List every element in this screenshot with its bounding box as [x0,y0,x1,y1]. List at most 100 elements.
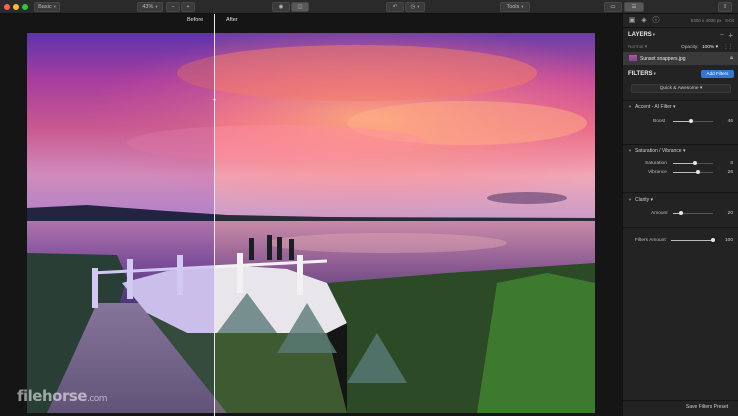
info-icon[interactable]: ⓘ [652,17,660,25]
layer-name: Sunset snappers.jpg [640,56,686,62]
right-panel: ▣ ◈ ⓘ 5300 x 4000 px 8-bit LAYERS▾ − + N… [622,14,738,416]
compare-split-button[interactable]: ◫ [291,2,309,12]
export-button[interactable]: ⇪ [718,2,732,12]
image-dimensions: 5300 x 4000 px 8-bit [691,18,734,23]
watermark-suffix: .com [86,394,108,404]
before-overlay [27,33,215,413]
layers-header[interactable]: LAYERS▾ [628,32,655,38]
slider-knob[interactable] [689,119,694,123]
vibrance-slider[interactable] [673,170,713,174]
slider-knob[interactable] [679,211,683,215]
zoom-window-button[interactable] [22,4,28,10]
amount-label: Amount [651,211,668,216]
vibrance-value: 26 [727,170,733,175]
amount-slider[interactable] [673,211,713,215]
slider-knob[interactable] [696,170,701,174]
chevron-down-icon: ▾ [521,4,524,9]
history-icon: ◷ [410,4,416,10]
saturation-value: 8 [730,161,733,166]
panels-icon: ▭ [610,4,616,10]
image-canvas: Before After filehorse.com [0,14,622,416]
panel-toolbar: ▣ ◈ ⓘ 5300 x 4000 px 8-bit [623,14,738,28]
triangle-down-icon: ▼ [628,104,632,109]
saturation-label: Saturation [645,161,667,166]
filter-saturation-vibrance: ▼ Saturation / Vibrance ▾ Saturation 8 Vi… [623,144,738,194]
filter-accent: ▼ Accent - AI Filter ▾ Boost 46 [623,100,738,144]
layer-options-icon[interactable]: ⋮⋮ [723,45,733,50]
photo-preview[interactable] [27,33,595,413]
remove-layer-icon[interactable]: − [720,32,724,39]
amount-value: 20 [727,211,733,216]
compare-divider[interactable] [214,14,215,416]
filter-title-accent[interactable]: ▼ Accent - AI Filter ▾ [628,104,676,110]
boost-value: 46 [727,119,733,124]
chevron-down-icon: ▾ [653,71,656,76]
lock-icon[interactable]: 🔒︎ [730,55,733,62]
eye-icon: ◉ [278,4,284,10]
watermark: filehorse.com [17,387,108,405]
filter-title-clarity[interactable]: ▼ Clarity ▾ [628,197,653,203]
zoom-out-label: − [171,4,175,10]
triangle-down-icon: ▼ [628,148,632,153]
share-icon: ⇪ [722,4,728,10]
mode-select-label: Basic [38,4,52,10]
sliders-icon: ☰ [631,4,637,10]
tools-select-label: Tools [506,4,520,10]
tools-select[interactable]: Tools ▾ [500,2,530,12]
zoom-select[interactable]: 43% ▾ [137,2,163,12]
layers-icon[interactable]: ◈ [640,17,648,25]
filters-amount-row: Filters Amount 100 [623,227,738,247]
filters-amount-value: 100 [724,238,733,243]
slider-fill [671,240,713,241]
filters-amount-slider[interactable] [671,238,715,242]
after-label: After [226,17,238,23]
minimize-window-button[interactable] [13,4,19,10]
mode-select[interactable]: Basic ▾ [34,2,60,12]
chevron-down-icon: ▾ [652,32,656,37]
preview-toggle-button[interactable]: ◉ [272,2,290,12]
zoom-out-button[interactable]: − [166,2,180,12]
preset-select[interactable]: Quick & Awesome ▾ [631,84,731,93]
zoom-select-label: 43% [142,4,154,10]
opacity-label: Opacity: [681,45,699,50]
zoom-in-label: + [186,4,190,10]
chevron-down-icon: ▾ [155,4,158,9]
add-layer-icon[interactable]: + [728,31,733,40]
history-button[interactable]: ◷ ▾ [405,2,425,12]
chevron-down-icon: ▾ [53,4,56,9]
layer-item[interactable]: Sunset snappers.jpg 🔒︎ [623,52,738,65]
image-icon[interactable]: ▣ [628,17,636,25]
undo-button[interactable]: ↶ [386,2,404,12]
bit-depth: 8-bit [725,18,734,23]
preset-label: Quick & Awesome [659,86,699,91]
split-compare-icon: ◫ [297,4,303,10]
undo-icon: ↶ [392,4,398,10]
filter-clarity-title: Clarity [634,197,650,203]
slider-knob[interactable] [692,161,697,165]
chevron-down-icon: ▾ [417,4,420,9]
side-by-side-button[interactable]: ▭ [604,2,622,12]
close-window-button[interactable] [4,4,10,10]
before-label: Before [187,17,204,23]
opacity-number: 100% [702,45,715,50]
save-filters-preset-button[interactable]: Save Filters Preset [679,402,735,412]
panel-divider [623,400,738,401]
blend-mode-select[interactable]: Normal ▾ [628,45,647,50]
saturation-slider[interactable] [673,161,713,165]
boost-label: Boost [653,119,666,124]
filter-accent-title: Accent - AI Filter [634,104,672,110]
triangle-down-icon: ▼ [628,197,632,202]
opacity-value[interactable]: 100% ▾ [702,45,718,50]
zoom-in-button[interactable]: + [181,2,195,12]
slider-fill [673,163,695,164]
add-filters-button[interactable]: Add Filters [701,70,734,78]
filters-amount-label: Filters Amount [635,238,666,243]
adjustments-panel-button[interactable]: ☰ [624,2,644,12]
boost-slider[interactable] [673,119,713,123]
blend-mode-label: Normal [628,45,644,50]
divider-drag-handle[interactable]: ⇔ [209,97,220,104]
layer-thumbnail [629,55,637,61]
filters-header[interactable]: FILTERS▾ [628,71,656,77]
filter-title-saturation[interactable]: ▼ Saturation / Vibrance ▾ [628,148,685,154]
filters-title: FILTERS [628,71,653,77]
